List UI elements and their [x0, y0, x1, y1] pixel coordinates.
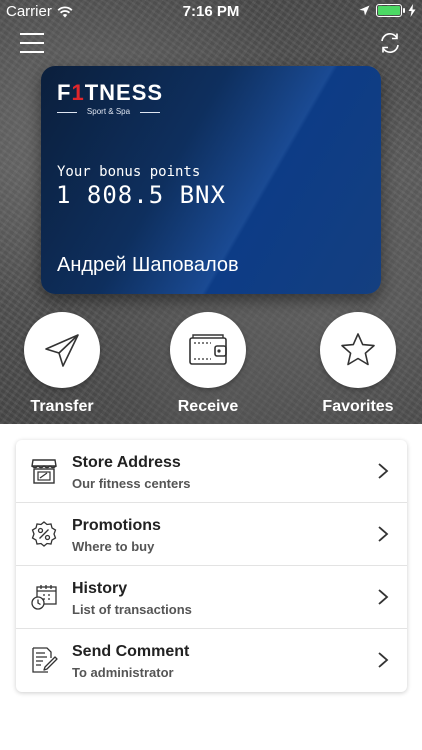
menu-item-promotions[interactable]: Promotions Where to buy: [16, 503, 407, 566]
card-holder-name: Андрей Шаповалов: [57, 254, 239, 276]
favorites-label: Favorites: [322, 398, 394, 415]
favorites-button[interactable]: Favorites: [308, 312, 408, 416]
receive-button[interactable]: Receive: [158, 312, 258, 416]
chevron-right-icon: [378, 526, 389, 542]
brand-subtitle: Sport & Spa: [57, 107, 160, 116]
location-arrow-icon: [359, 5, 370, 16]
menu-item-subtitle: Our fitness centers: [72, 476, 191, 491]
percent-badge-icon: [31, 521, 57, 547]
loyalty-card[interactable]: F1TNESS Sport & Spa Your bonus points 1 …: [41, 66, 381, 294]
status-right: [359, 4, 416, 17]
calendar-clock-icon: [31, 585, 57, 610]
paper-plane-icon: [45, 334, 79, 367]
chevron-right-icon: [378, 589, 389, 605]
star-icon: [341, 333, 375, 366]
menu-item-title: Store Address: [72, 454, 181, 471]
transfer-button[interactable]: Transfer: [12, 312, 112, 416]
battery-icon: [376, 4, 405, 17]
bonus-points-value: 1 808.5 BNX: [56, 181, 226, 209]
refresh-icon[interactable]: [378, 31, 402, 55]
bonus-points-label: Your bonus points: [57, 164, 201, 180]
hamburger-menu-icon[interactable]: [20, 33, 44, 53]
menu-list: Store Address Our fitness centers Promot…: [16, 440, 407, 692]
menu-item-subtitle: To administrator: [72, 665, 174, 680]
menu-item-history[interactable]: History List of transactions: [16, 566, 407, 629]
edit-document-icon: [32, 647, 58, 673]
menu-item-subtitle: Where to buy: [72, 539, 155, 554]
transfer-label: Transfer: [30, 398, 94, 415]
menu-item-title: Promotions: [72, 517, 161, 534]
store-icon: [31, 459, 57, 484]
menu-item-title: History: [72, 580, 128, 597]
receive-label: Receive: [177, 398, 239, 415]
chevron-right-icon: [378, 463, 389, 479]
menu-item-send-comment[interactable]: Send Comment To administrator: [16, 629, 407, 692]
brand-logo: F1TNESS: [57, 80, 164, 105]
menu-item-subtitle: List of transactions: [72, 602, 192, 617]
status-bar: Carrier 7:16 PM: [0, 0, 422, 22]
menu-item-store-address[interactable]: Store Address Our fitness centers: [16, 440, 407, 503]
wallet-icon: [189, 334, 227, 365]
menu-item-title: Send Comment: [72, 643, 190, 660]
charging-bolt-icon: [408, 4, 416, 17]
chevron-right-icon: [378, 652, 389, 668]
